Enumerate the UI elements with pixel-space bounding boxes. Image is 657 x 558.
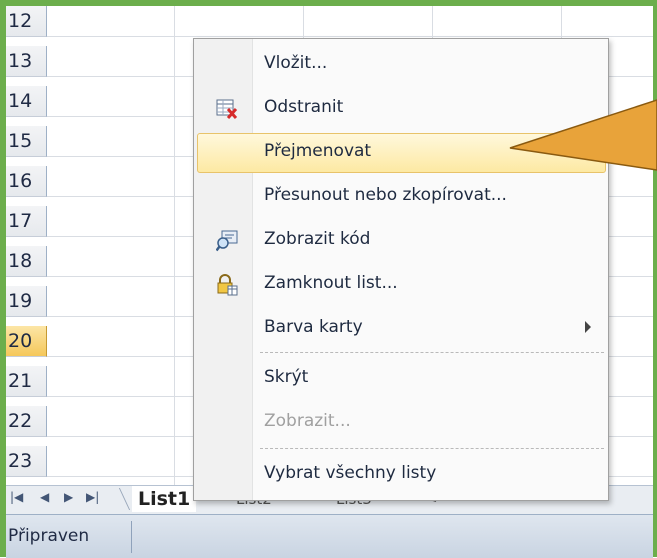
row-header[interactable]: 14 [6,86,47,117]
menu-separator [260,448,604,449]
menu-separator [260,352,604,353]
menu-item-label: Zamknout list... [264,273,398,293]
first-sheet-icon[interactable]: |◀ [10,490,23,504]
next-sheet-icon[interactable]: ▶ [64,490,73,504]
last-sheet-icon[interactable]: ▶| [86,490,99,504]
menu-item-label: Zobrazit... [264,411,351,431]
menu-item-tab-color[interactable]: Barva karty [196,309,606,349]
menu-item-label: Zobrazit kód [264,229,371,249]
grid-line [47,36,653,37]
menu-item-label: Vložit... [264,53,328,73]
delete-sheet-icon [216,98,238,120]
row-header[interactable]: 17 [6,206,47,237]
menu-item-rename[interactable]: Přejmenovat [197,133,606,173]
menu-item-select-all-sheets[interactable]: Vybrat všechny listy [196,455,606,495]
menu-item-move-copy[interactable]: Přesunout nebo zkopírovat... [196,177,606,217]
status-divider [131,521,132,553]
menu-item-delete[interactable]: Odstranit [196,89,606,129]
menu-item-label: Skrýt [264,367,309,387]
row-header[interactable]: 19 [6,286,47,317]
window-frame-right [653,0,657,557]
submenu-arrow-icon [585,321,591,333]
status-text: Připraven [8,526,90,546]
row-header-active[interactable]: 20 [6,326,47,357]
view-code-icon [215,230,238,252]
grid-line [174,6,175,485]
menu-item-label: Přesunout nebo zkopírovat... [264,185,507,205]
menu-item-view-code[interactable]: Zobrazit kód [196,221,606,261]
sheet-context-menu: Vložit... Odstranit Přejmenovat Přesunou… [193,38,609,501]
menu-item-label: Barva karty [264,317,363,337]
menu-item-protect-sheet[interactable]: Zamknout list... [196,265,606,305]
row-header[interactable]: 16 [6,166,47,197]
row-header[interactable]: 15 [6,126,47,157]
row-header[interactable]: 12 [6,6,47,37]
row-header[interactable]: 18 [6,246,47,277]
row-header[interactable]: 21 [6,366,47,397]
menu-item-unhide: Zobrazit... [196,403,606,443]
sheet-tab-list1[interactable]: List1 [132,486,197,512]
status-bar: Připraven [6,514,653,558]
protect-sheet-icon [216,274,238,296]
menu-item-label: Odstranit [264,97,344,117]
row-header[interactable]: 13 [6,46,47,77]
menu-item-label: Přejmenovat [264,141,372,161]
row-header[interactable]: 23 [6,446,47,477]
menu-item-insert[interactable]: Vložit... [196,45,606,85]
menu-item-hide[interactable]: Skrýt [196,359,606,399]
row-header[interactable]: 22 [6,406,47,437]
menu-item-label: Vybrat všechny listy [264,463,437,483]
tab-divider [118,488,131,510]
prev-sheet-icon[interactable]: ◀ [40,490,49,504]
